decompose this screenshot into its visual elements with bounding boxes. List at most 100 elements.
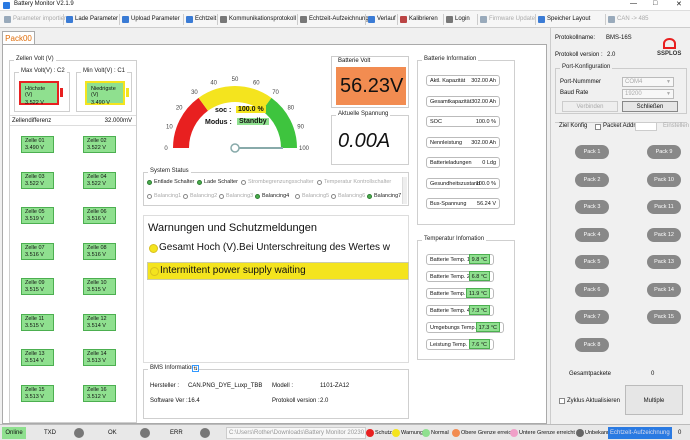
toolbar-lade-parameter-button[interactable]: Lade Parameter	[66, 14, 118, 25]
battery-info-label: SOC	[430, 119, 442, 125]
gauge-tick-label: 40	[210, 80, 217, 86]
verlauf-icon	[368, 16, 375, 23]
close-port-button[interactable]: Schließen	[622, 101, 678, 112]
pack-button[interactable]: Pack 12	[647, 227, 681, 242]
pack-button[interactable]: Pack 5	[575, 255, 609, 269]
pack-button[interactable]: Pack 15	[647, 310, 681, 324]
window-title: Battery Monitor V2.1.9	[14, 1, 74, 7]
cell-tile: Zelle 11 3.515 V	[21, 313, 54, 331]
cell-value: 3.516 V	[25, 251, 44, 258]
pack-button[interactable]: Pack 8	[575, 337, 609, 352]
temp-info-row: Batterie Temp. 4 7.3 °C	[426, 305, 494, 316]
pack-button[interactable]: Pack 13	[647, 255, 681, 269]
cell-name: Zelle 04	[87, 173, 107, 180]
toolbar-button-label: Verlauf	[377, 16, 396, 22]
gauge-tick-label: 30	[191, 90, 198, 96]
packet-addr-checkbox[interactable]	[595, 124, 601, 130]
pack-button[interactable]: Pack 6	[575, 282, 609, 297]
multiple-button[interactable]: Multiple	[625, 385, 683, 415]
cell-tile: Zelle 08 3.516 V	[83, 242, 116, 260]
toolbar-kalibrieren-button[interactable]: Kalibrieren	[400, 14, 438, 25]
cell-name: Zelle 08	[87, 244, 107, 251]
legend-item: Schutz	[366, 429, 392, 437]
toolbar-separator	[397, 14, 398, 25]
bms-info-collapse-icon[interactable]: ⇅	[192, 365, 199, 372]
cell-tile: Zelle 15 3.513 V	[21, 384, 54, 402]
cycle-refresh-checkbox[interactable]	[559, 398, 565, 404]
pack-button[interactable]: Pack 7	[575, 310, 609, 324]
modell-value: 1101-ZA12	[320, 383, 350, 389]
close-icon[interactable]: ✕	[676, 0, 682, 8]
minimize-icon[interactable]: —	[630, 0, 637, 7]
txd-label: TXD	[44, 430, 56, 436]
title-bar: Battery Monitor V2.1.9 — □ ✕	[0, 0, 690, 11]
maximize-icon[interactable]: □	[653, 0, 657, 7]
toolbar-kommunikationsprotokoll-button[interactable]: Kommunikationsprotokoll	[220, 14, 296, 25]
status-dot-icon	[197, 180, 202, 185]
cells-group-label: Zellen Volt (V)	[14, 56, 56, 62]
toolbar-can-485-button[interactable]: CAN -> 485	[608, 14, 649, 25]
gauge-tick-label: 100	[299, 146, 310, 152]
pack-button[interactable]: Pack 1	[575, 145, 609, 159]
toolbar-speicher-layout-button[interactable]: Speicher Layout	[538, 14, 590, 25]
toolbar-firmware-update-button[interactable]: Firmware Update	[480, 14, 535, 25]
cell-value: 3.513 V	[87, 358, 106, 364]
status-label: Balancing1	[154, 193, 182, 199]
protokoll-value: 2.0	[320, 398, 329, 404]
port-number-select[interactable]: COM4 ▼	[622, 77, 674, 87]
battery-volt-display: 56.23V	[336, 67, 406, 105]
toolbar-login-button[interactable]: Login	[446, 14, 470, 25]
toolbar-verlauf-button[interactable]: Verlauf	[368, 14, 396, 25]
toolbar-button-label: Kommunikationsprotokoll	[229, 16, 297, 22]
status-label: Lade Schalter	[204, 179, 238, 185]
legend-item: Untere Grenze erreicht	[510, 429, 575, 437]
einstellen-button[interactable]: Einstellen	[663, 123, 689, 129]
pack-button[interactable]: Pack 9	[647, 145, 681, 159]
file-path: C:\Users\Rother\Downloads\Battery Monito…	[229, 430, 365, 436]
warning-dot-icon	[150, 267, 159, 276]
pack-button[interactable]: Pack 3	[575, 200, 609, 214]
mode-value: Standby	[237, 118, 269, 125]
cell-tile: Zelle 12 3.514 V	[83, 313, 116, 331]
current-label: Aktuelle Spannung	[336, 111, 391, 117]
cell-name: Zelle 03	[25, 173, 45, 180]
pack-button[interactable]: Pack 4	[575, 227, 609, 242]
battery-info-value: 302.00 Ah	[471, 139, 496, 146]
parameter-importieren-icon	[4, 16, 11, 23]
status-label: Entlade Schalter	[154, 179, 195, 185]
pack-button[interactable]: Pack 10	[647, 172, 681, 187]
bms-info-label: BMS Information	[148, 365, 197, 371]
toolbar-echtzeit-aufzeichnung-button[interactable]: Echtzeit-Aufzeichnung	[300, 14, 369, 25]
gauge-tick-label: 0	[164, 146, 168, 152]
status-scrollbar[interactable]	[402, 177, 407, 204]
toolbar-upload-parameter-button[interactable]: Upload Parameter	[122, 14, 180, 25]
toolbar-echtzeit-button[interactable]: Echtzeit	[186, 14, 216, 25]
baud-rate-select[interactable]: 19200 ▼	[622, 89, 674, 99]
legend-item: Obere Grenze erreicht	[452, 429, 516, 437]
packet-addr-input[interactable]	[635, 122, 657, 131]
min-cell-title: Niedrigste (V)	[91, 86, 116, 98]
battery-info-value: 100.0 %	[475, 119, 496, 125]
legend-label: Normal	[431, 430, 449, 436]
temp-info-value: 7.6 °C	[468, 339, 490, 349]
brand-logo: SSPLOS	[655, 38, 685, 62]
kalibrieren-icon	[400, 16, 407, 23]
max-volt-label: Max Volt(V) : C2	[19, 68, 67, 74]
toolbar-separator	[535, 14, 536, 25]
min-volt-box: Min Volt(V) : C1 Niedrigste (V) 3.490 V	[76, 68, 132, 112]
speicher-layout-icon	[538, 16, 545, 23]
ok-label: OK	[108, 430, 117, 436]
connect-button[interactable]: Verbinden	[562, 101, 618, 112]
pack-button[interactable]: Pack 14	[647, 282, 681, 297]
pack-button[interactable]: Pack 2	[575, 172, 609, 187]
chevron-down-icon: ▼	[666, 91, 671, 97]
cell-tile: Zelle 07 3.516 V	[21, 242, 54, 260]
gauge-tick-label: 80	[287, 105, 294, 111]
temp-info-label: Leistung Temp.	[430, 342, 468, 348]
pack-button[interactable]: Pack 11	[647, 200, 681, 214]
status-label: Temperatur Kontrollschalter	[324, 179, 392, 185]
firmware-update-icon	[480, 16, 487, 23]
tab-pack00[interactable]: Pack00	[2, 31, 35, 45]
battery-volt-box: Batterie Volt 56.23V	[331, 56, 409, 108]
legend-swatch-icon	[422, 429, 430, 437]
